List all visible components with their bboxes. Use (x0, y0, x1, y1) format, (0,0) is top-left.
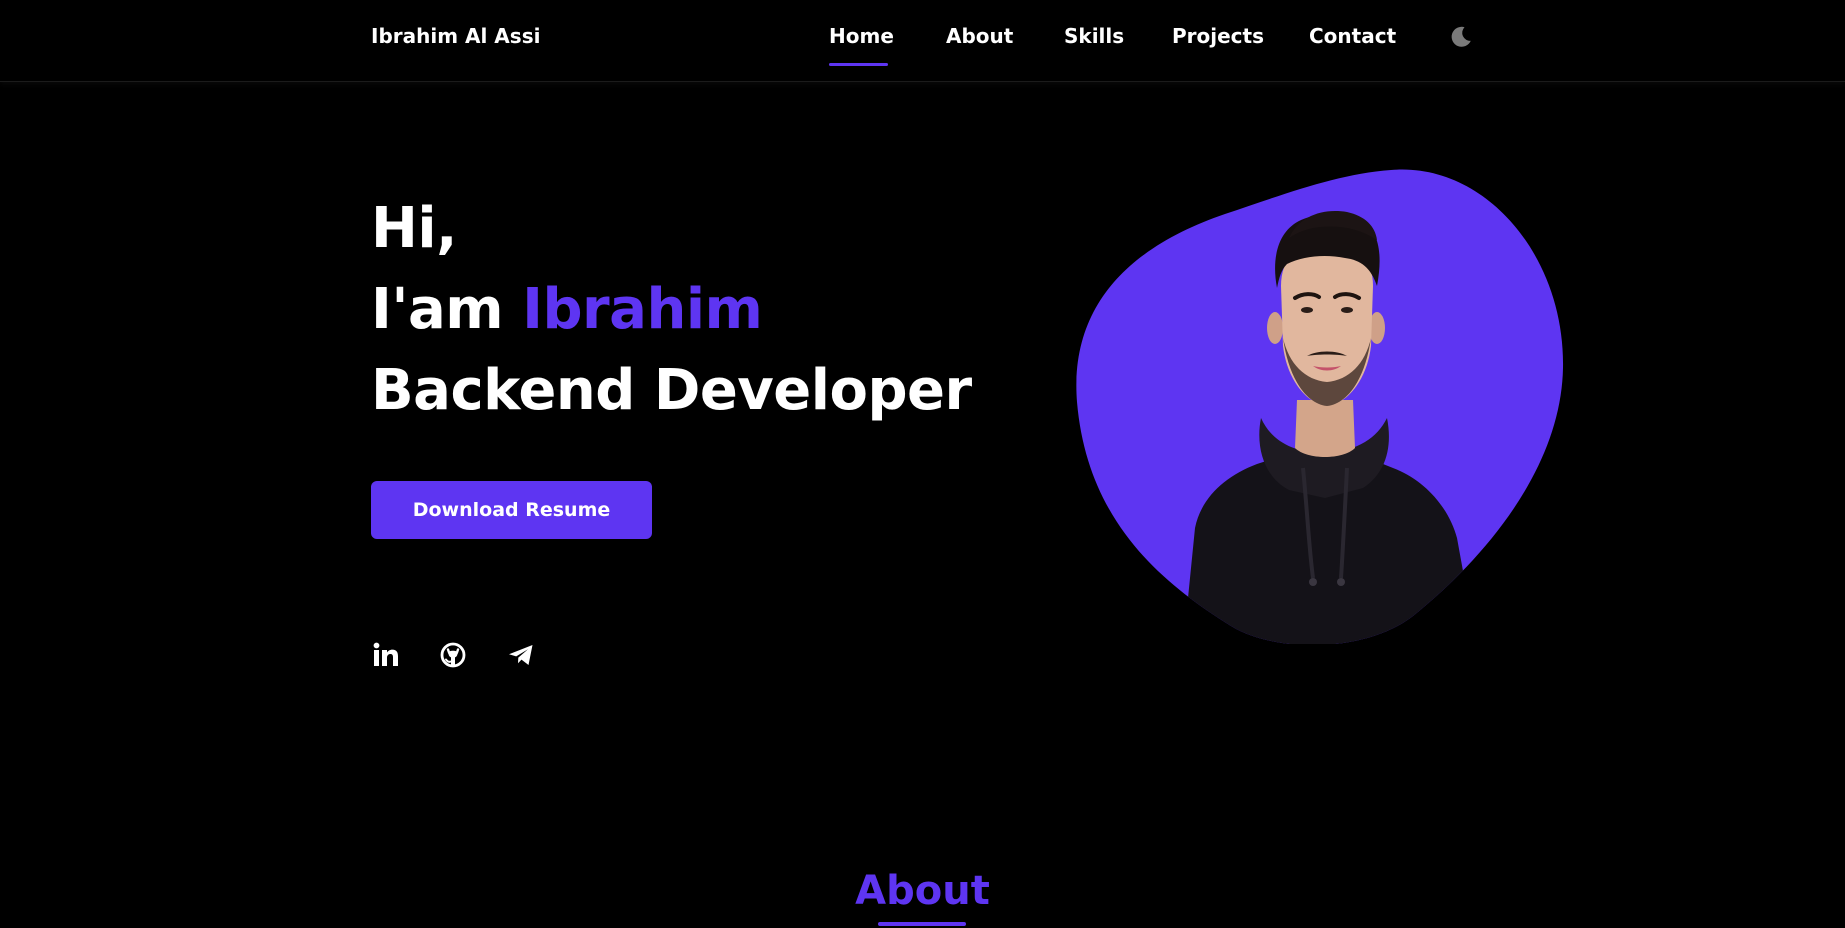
github-link[interactable] (438, 640, 468, 670)
nav-about[interactable]: About (946, 24, 1013, 48)
download-resume-button[interactable]: Download Resume (371, 481, 652, 539)
telegram-link[interactable] (506, 640, 536, 670)
github-icon (440, 642, 466, 668)
nav-skills[interactable]: Skills (1064, 24, 1124, 48)
telegram-icon (509, 645, 533, 665)
site-header: Ibrahim Al Assi Home About Skills Projec… (0, 0, 1845, 82)
moon-icon (1451, 26, 1471, 47)
linkedin-icon (373, 642, 398, 666)
nav-home[interactable]: Home (829, 24, 894, 48)
linkedin-link[interactable] (371, 640, 401, 670)
hero-greeting: Hi, (371, 196, 457, 261)
hero-intro-prefix: I'am (371, 277, 504, 342)
hero-intro: I'am Ibrahim (371, 275, 763, 345)
about-section-title: About (855, 868, 990, 914)
hero-role: Backend Developer (371, 358, 972, 423)
active-nav-indicator (829, 63, 888, 66)
about-title-underline (878, 922, 966, 926)
brand-name[interactable]: Ibrahim Al Assi (371, 24, 540, 48)
hero-name: Ibrahim (522, 277, 763, 342)
nav-projects[interactable]: Projects (1172, 24, 1264, 48)
nav-contact[interactable]: Contact (1309, 24, 1396, 48)
theme-toggle[interactable] (1448, 24, 1474, 50)
hero-photo-blob (1076, 169, 1564, 644)
page: Ibrahim Al Assi Home About Skills Projec… (0, 0, 1845, 928)
